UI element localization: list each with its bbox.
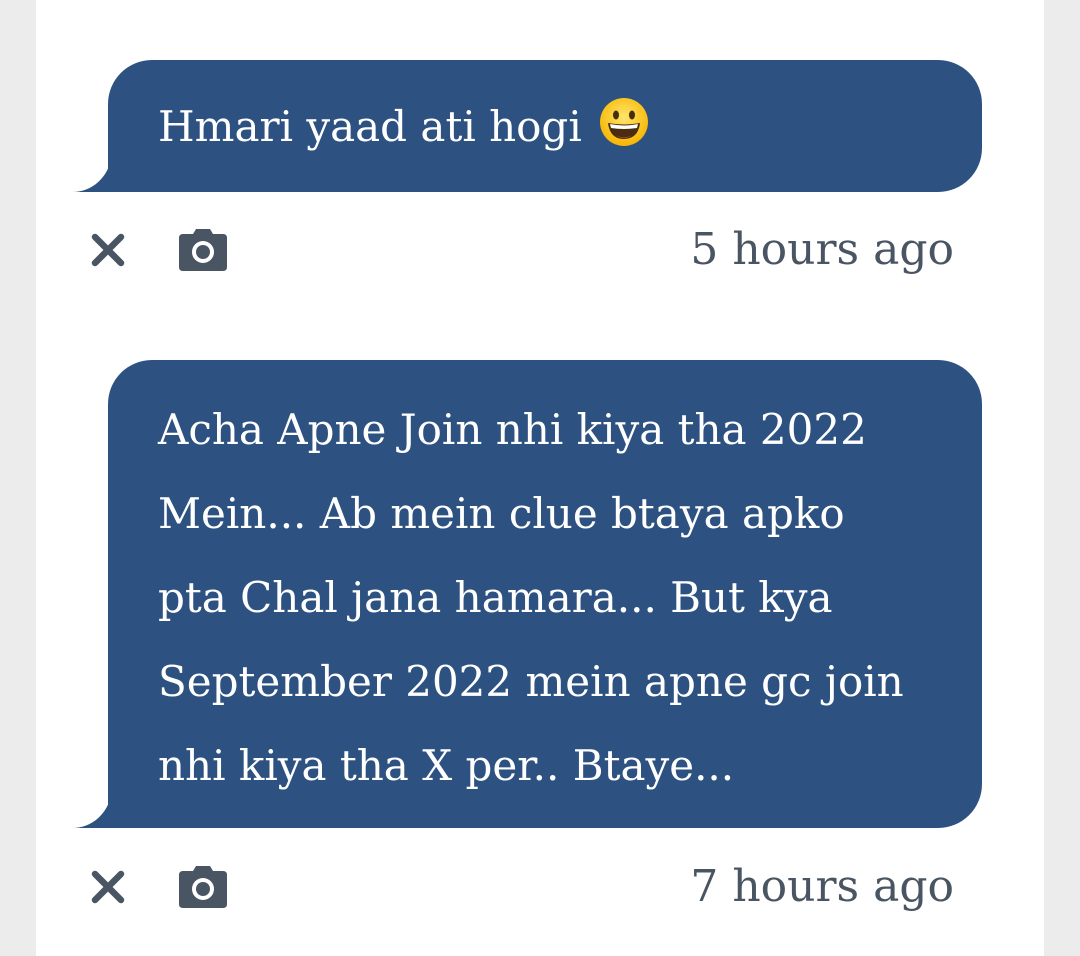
message-meta-row: 5 hours ago bbox=[0, 218, 1080, 278]
message-bubble[interactable]: Hmari yaad ati hogi bbox=[108, 60, 982, 192]
timestamp: 5 hours ago bbox=[690, 224, 954, 275]
timestamp: 7 hours ago bbox=[690, 861, 954, 912]
camera-icon[interactable] bbox=[177, 224, 229, 276]
message-bubble[interactable]: Acha Apne Join nhi kiya tha 2022 Mein...… bbox=[108, 360, 982, 828]
camera-icon[interactable] bbox=[177, 861, 229, 913]
close-icon[interactable] bbox=[82, 224, 134, 276]
message-text-line: Acha Apne Join nhi kiya tha 2022 bbox=[158, 405, 867, 454]
message-meta-row: 7 hours ago bbox=[0, 855, 1080, 915]
message-text-line: Mein... Ab mein clue btaya apko bbox=[158, 489, 845, 538]
message-text: Hmari yaad ati hogi bbox=[158, 102, 582, 151]
bubble-tail bbox=[72, 792, 112, 828]
message-text-line: pta Chal jana hamara... But kya bbox=[158, 573, 833, 622]
bubble-tail bbox=[72, 156, 112, 192]
message-text-line: nhi kiya tha X per.. Btaye... bbox=[158, 741, 735, 790]
close-icon[interactable] bbox=[82, 861, 134, 913]
message-text-line: September 2022 mein apne gc join bbox=[158, 657, 904, 706]
grinning-face-emoji-icon bbox=[600, 98, 649, 146]
